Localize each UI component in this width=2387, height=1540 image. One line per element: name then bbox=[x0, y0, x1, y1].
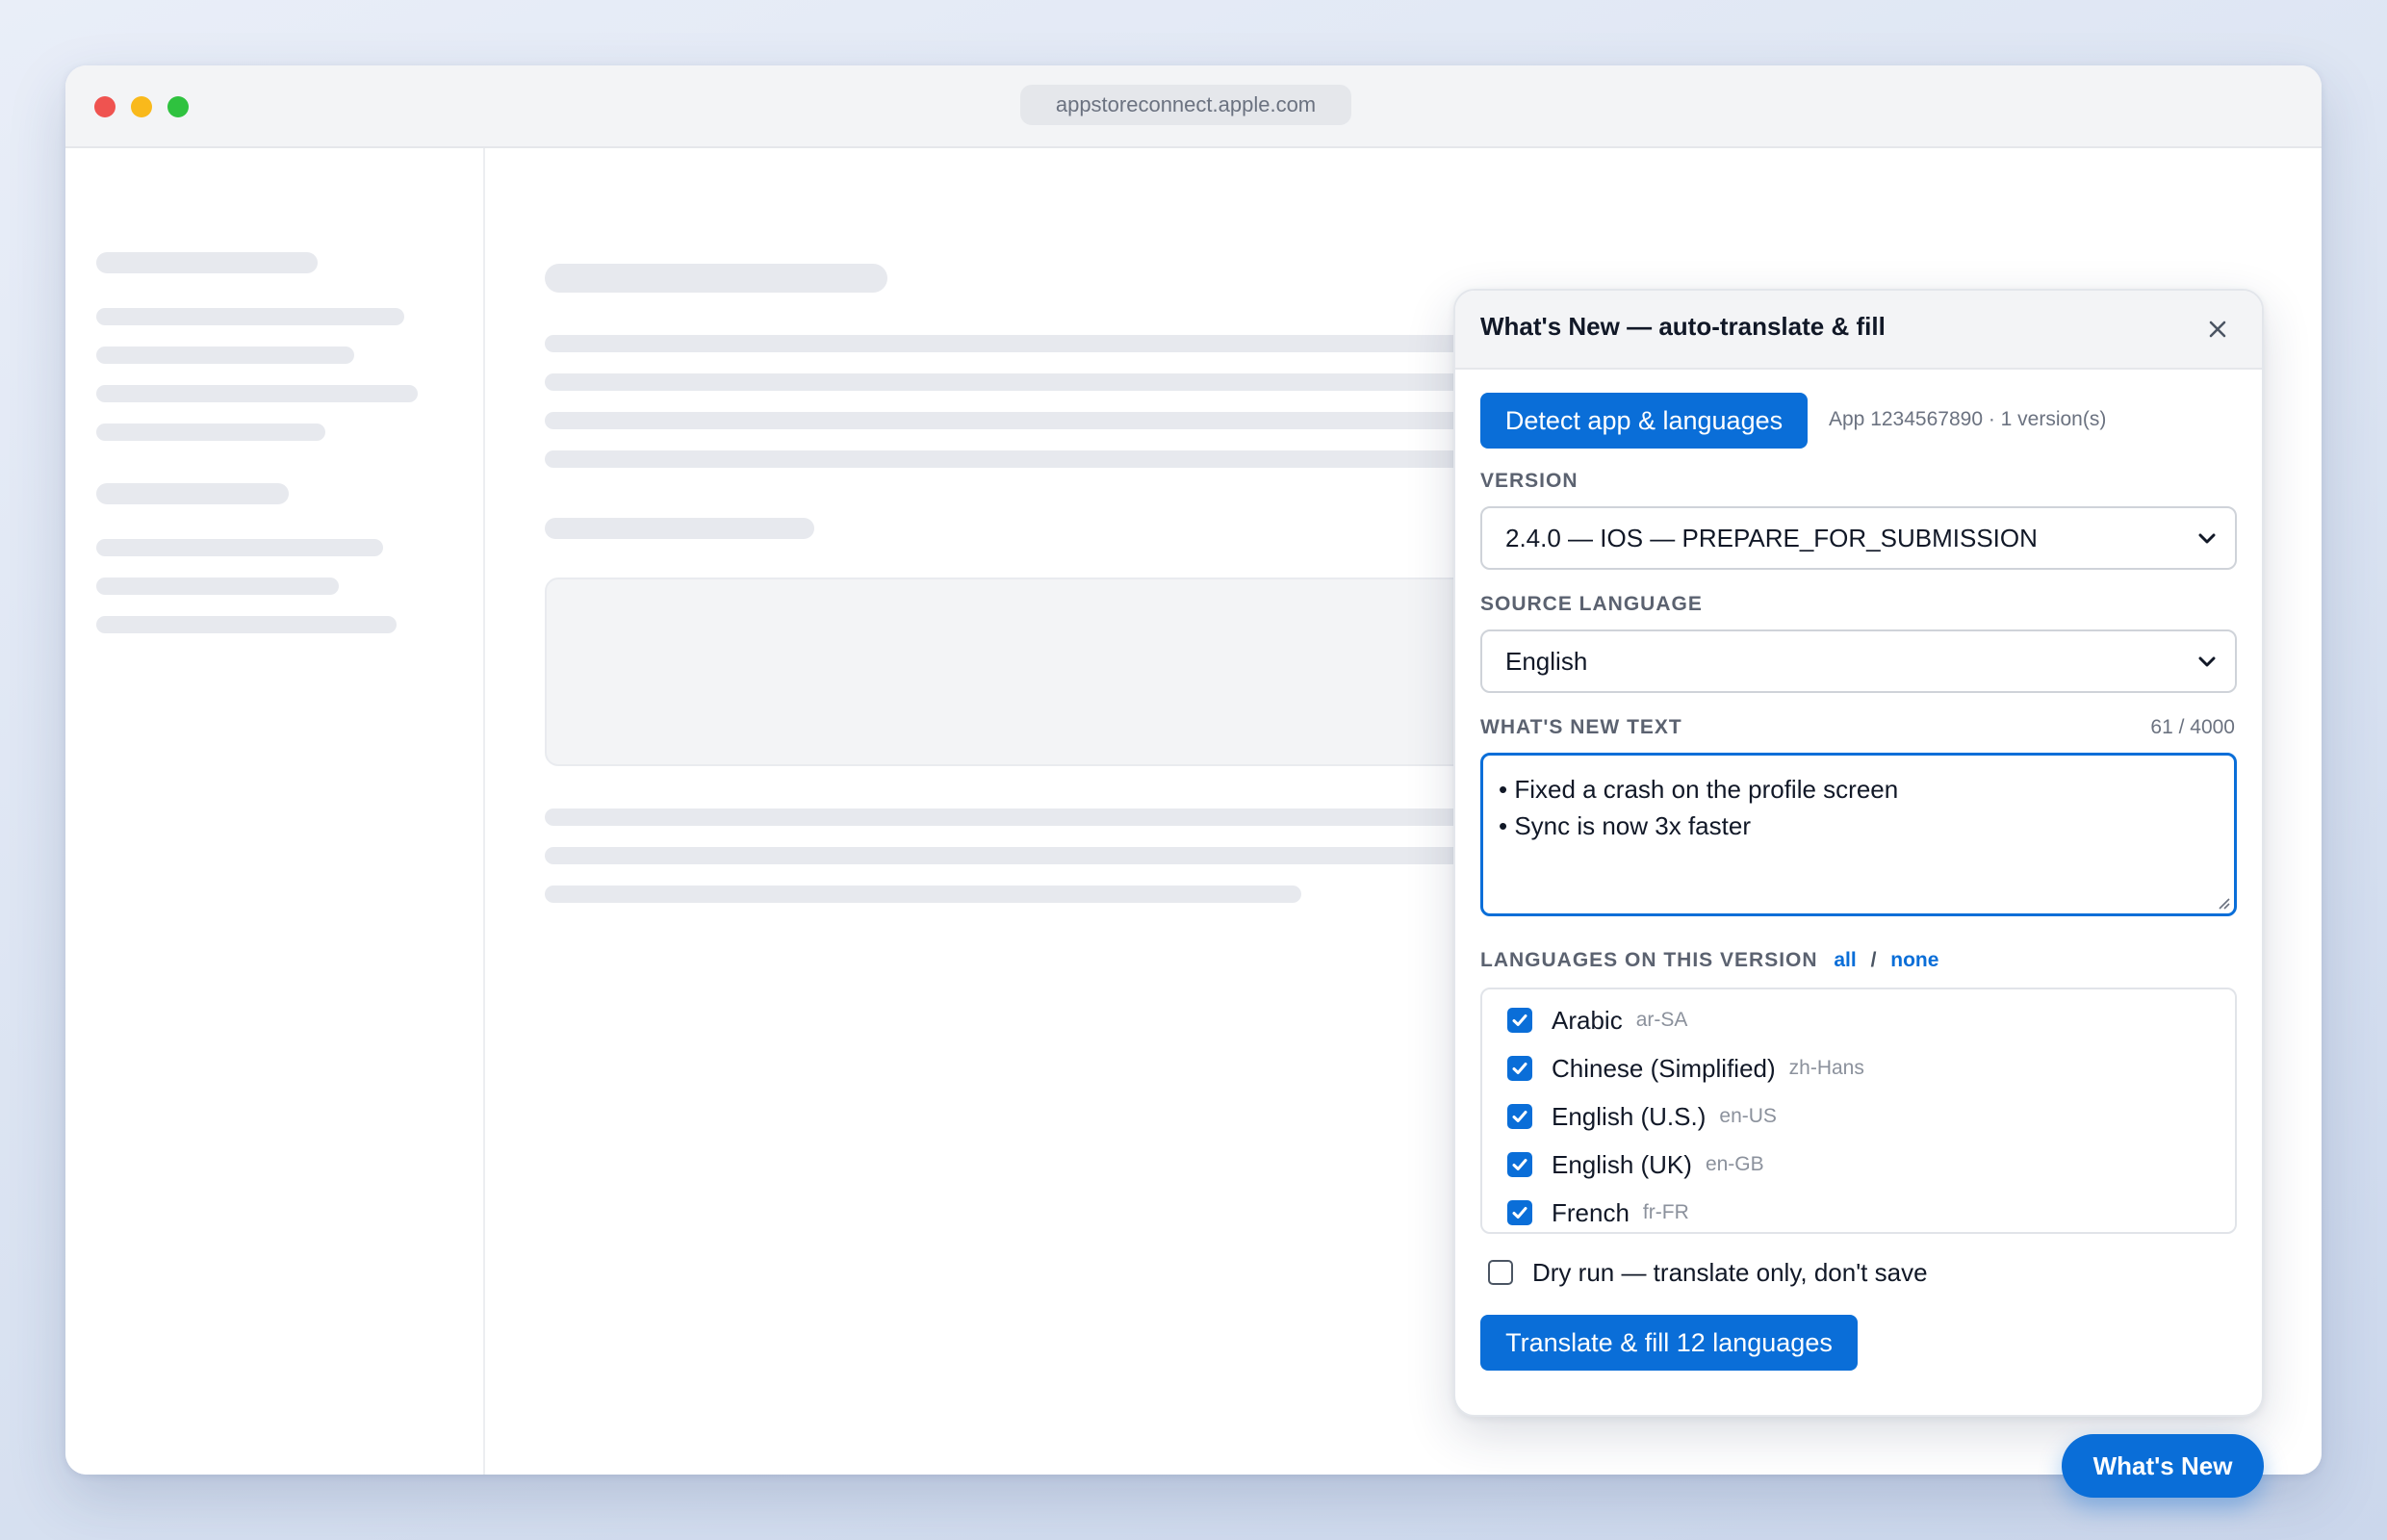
source-language-select[interactable]: English bbox=[1480, 629, 2237, 693]
chevron-down-icon bbox=[2198, 533, 2216, 544]
skeleton-line bbox=[96, 252, 318, 273]
language-checkbox[interactable] bbox=[1507, 1200, 1532, 1225]
whats-new-panel: What's New — auto-translate & fill Detec… bbox=[1453, 289, 2264, 1417]
dry-run-option[interactable]: Dry run — translate only, don't save bbox=[1488, 1253, 1928, 1292]
skeleton-line bbox=[96, 346, 354, 364]
language-checkbox[interactable] bbox=[1507, 1104, 1532, 1129]
panel-title: What's New — auto-translate & fill bbox=[1480, 312, 1886, 341]
sidebar-placeholder bbox=[65, 148, 485, 1475]
skeleton-line bbox=[545, 264, 887, 293]
chevron-down-icon bbox=[2198, 656, 2216, 667]
resize-grip-icon[interactable] bbox=[2215, 894, 2230, 910]
skeleton-line bbox=[545, 847, 1507, 864]
whats-new-line: • Fixed a crash on the profile screen bbox=[1499, 775, 1899, 804]
whats-new-text-label: WHAT'S NEW TEXT bbox=[1480, 716, 1682, 738]
skeleton-line bbox=[96, 424, 325, 441]
maximize-window-button[interactable] bbox=[167, 96, 189, 117]
link-separator: / bbox=[1870, 949, 1877, 971]
language-code: en-GB bbox=[1705, 1153, 1764, 1175]
translate-fill-button[interactable]: Translate & fill 12 languages bbox=[1480, 1315, 1858, 1371]
checkmark-icon bbox=[1512, 1111, 1527, 1122]
skeleton-card bbox=[545, 578, 1507, 766]
version-select-value: 2.4.0 — IOS — PREPARE_FOR_SUBMISSION bbox=[1505, 523, 2038, 552]
select-none-link[interactable]: none bbox=[1890, 949, 1938, 971]
language-checkbox[interactable] bbox=[1507, 1152, 1532, 1177]
whats-new-line: • Sync is now 3x faster bbox=[1499, 811, 1751, 840]
language-name: Arabic bbox=[1552, 1005, 1623, 1035]
language-item-english-us[interactable]: English (U.S.) en-US bbox=[1507, 1097, 1777, 1136]
checkmark-icon bbox=[1512, 1207, 1527, 1219]
language-name: English (UK) bbox=[1552, 1149, 1692, 1179]
detect-app-button-label: Detect app & languages bbox=[1504, 405, 1784, 435]
skeleton-line bbox=[545, 808, 1507, 826]
skeleton-line bbox=[545, 518, 814, 539]
languages-label-text: LANGUAGES ON THIS VERSION bbox=[1480, 949, 1818, 971]
close-panel-button[interactable] bbox=[2198, 310, 2237, 348]
whats-new-fab-label: What's New bbox=[2092, 1450, 2233, 1480]
skeleton-line bbox=[96, 539, 383, 556]
checkmark-icon bbox=[1512, 1063, 1527, 1074]
skeleton-line bbox=[96, 483, 289, 504]
select-all-link[interactable]: all bbox=[1834, 949, 1856, 971]
language-code: fr-FR bbox=[1642, 1201, 1689, 1223]
whats-new-fab-button[interactable]: What's New bbox=[2062, 1434, 2264, 1498]
skeleton-line bbox=[545, 373, 1507, 391]
language-code: zh-Hans bbox=[1788, 1057, 1864, 1079]
app-info-text: App 1234567890 · 1 version(s) bbox=[1829, 408, 2107, 430]
language-item-arabic[interactable]: Arabic ar-SA bbox=[1507, 1001, 1687, 1040]
language-name: Chinese (Simplified) bbox=[1552, 1053, 1776, 1083]
detect-app-button[interactable]: Detect app & languages bbox=[1480, 393, 1808, 449]
close-icon bbox=[2209, 321, 2226, 338]
language-name: French bbox=[1552, 1197, 1630, 1227]
whats-new-textarea[interactable]: • Fixed a crash on the profile screen • … bbox=[1480, 753, 2237, 916]
languages-list[interactable]: Arabic ar-SA Chinese (Simplified) zh-Han… bbox=[1480, 988, 2237, 1234]
minimize-window-button[interactable] bbox=[131, 96, 152, 117]
skeleton-line bbox=[96, 308, 404, 325]
language-name: English (U.S.) bbox=[1552, 1101, 1707, 1131]
language-code: en-US bbox=[1719, 1105, 1777, 1127]
language-item-french[interactable]: French fr-FR bbox=[1507, 1194, 1689, 1232]
language-item-english-uk[interactable]: English (UK) en-GB bbox=[1507, 1145, 1764, 1184]
dry-run-label: Dry run — translate only, don't save bbox=[1532, 1257, 1928, 1287]
source-language-select-value: English bbox=[1505, 646, 1588, 676]
checkmark-icon bbox=[1512, 1014, 1527, 1026]
languages-label: LANGUAGES ON THIS VERSION all / none bbox=[1480, 949, 1938, 972]
skeleton-line bbox=[96, 385, 418, 402]
translate-fill-button-label: Translate & fill 12 languages bbox=[1505, 1327, 1833, 1357]
address-bar[interactable]: appstoreconnect.apple.com bbox=[1020, 85, 1351, 125]
checkmark-icon bbox=[1512, 1159, 1527, 1170]
skeleton-line bbox=[96, 616, 397, 633]
character-counter: 61 / 4000 bbox=[2150, 716, 2235, 738]
source-language-label: SOURCE LANGUAGE bbox=[1480, 593, 1703, 615]
skeleton-line bbox=[545, 450, 1507, 468]
version-select[interactable]: 2.4.0 — IOS — PREPARE_FOR_SUBMISSION bbox=[1480, 506, 2237, 570]
skeleton-line bbox=[96, 578, 339, 595]
browser-titlebar: appstoreconnect.apple.com bbox=[65, 65, 2322, 148]
version-label: VERSION bbox=[1480, 470, 1578, 492]
skeleton-line bbox=[545, 886, 1301, 903]
language-checkbox[interactable] bbox=[1507, 1056, 1532, 1081]
language-item-chinese-simplified[interactable]: Chinese (Simplified) zh-Hans bbox=[1507, 1049, 1864, 1088]
panel-header: What's New — auto-translate & fill bbox=[1455, 291, 2262, 370]
close-window-button[interactable] bbox=[94, 96, 116, 117]
skeleton-line bbox=[545, 412, 1507, 429]
dry-run-checkbox[interactable] bbox=[1488, 1260, 1513, 1285]
language-code: ar-SA bbox=[1635, 1009, 1688, 1031]
language-checkbox[interactable] bbox=[1507, 1008, 1532, 1033]
